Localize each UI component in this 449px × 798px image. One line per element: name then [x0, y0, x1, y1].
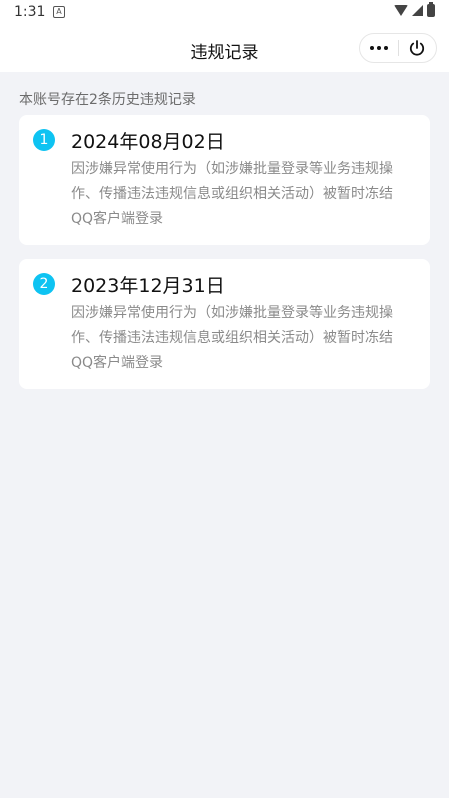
- more-button[interactable]: [360, 34, 398, 62]
- more-dots-icon: [369, 46, 374, 50]
- more-dots-icon: [383, 46, 388, 50]
- violation-record-card: 1 2024年08月02日 因涉嫌异常使用行为（如涉嫌批量登录等业务违规操作、传…: [19, 115, 430, 245]
- mini-program-capsule: [359, 33, 437, 63]
- record-description: 因涉嫌异常使用行为（如涉嫌批量登录等业务违规操作、传播违法违规信息或组织相关活动…: [71, 161, 393, 227]
- wifi-icon: [394, 5, 408, 16]
- violation-summary: 本账号存在2条历史违规记录: [19, 92, 196, 108]
- notification-a-icon: A: [53, 6, 65, 18]
- record-date: 2023年12月31日: [71, 275, 225, 297]
- nav-bar: 违规记录: [0, 24, 449, 72]
- power-icon: [408, 39, 426, 57]
- status-bar: 1:31 A: [0, 0, 449, 24]
- more-dots-icon: [376, 46, 381, 50]
- record-index-badge: 1: [33, 129, 55, 151]
- battery-icon: [427, 2, 435, 17]
- close-button[interactable]: [398, 34, 436, 62]
- record-description: 因涉嫌异常使用行为（如涉嫌批量登录等业务违规操作、传播违法违规信息或组织相关活动…: [71, 305, 393, 371]
- status-icons: [394, 2, 435, 17]
- signal-icon: [412, 5, 423, 16]
- record-date: 2024年08月02日: [71, 131, 225, 153]
- violation-record-card: 2 2023年12月31日 因涉嫌异常使用行为（如涉嫌批量登录等业务违规操作、传…: [19, 259, 430, 389]
- record-index-badge: 2: [33, 273, 55, 295]
- status-time: 1:31: [14, 4, 46, 20]
